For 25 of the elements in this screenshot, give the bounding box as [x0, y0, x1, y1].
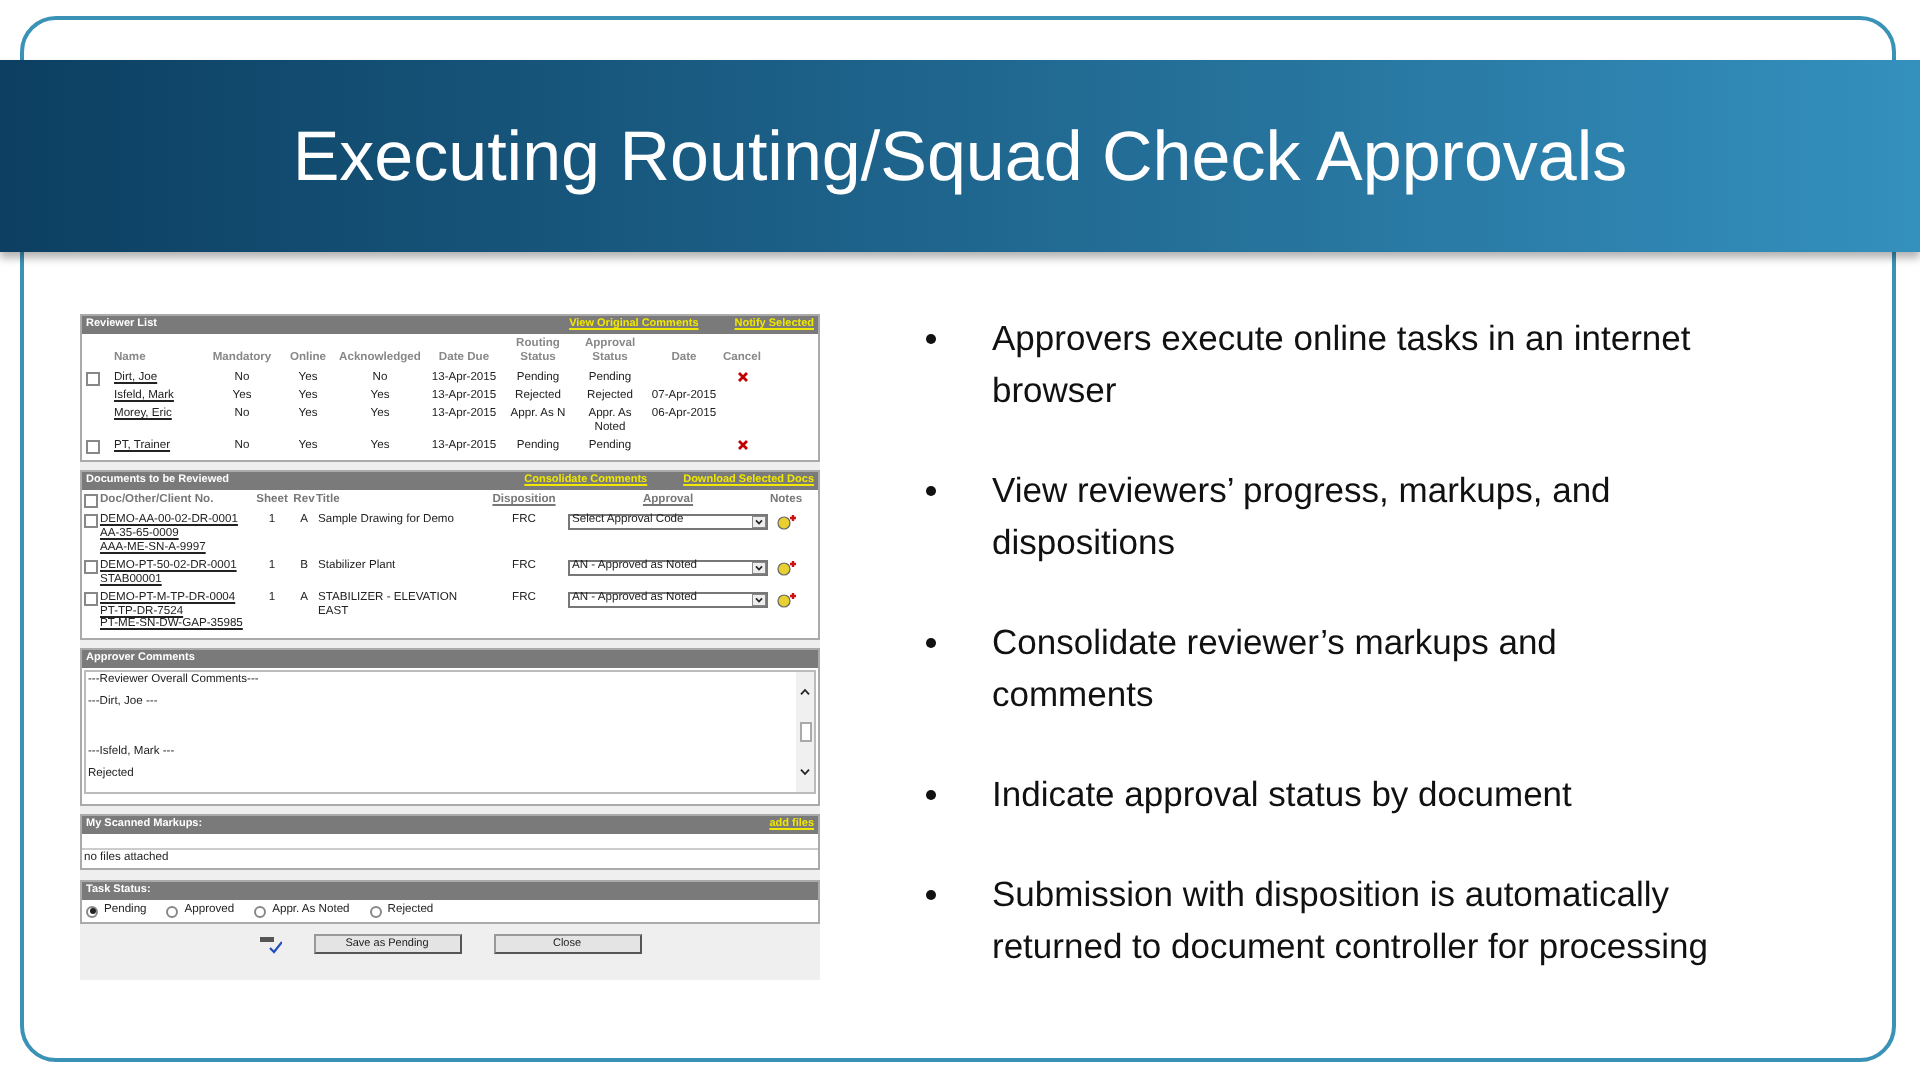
dropdown-arrow-icon: [752, 515, 766, 528]
scrollbar[interactable]: [796, 672, 814, 793]
bullet-text: Consolidate reviewer’s markups and comments: [992, 620, 1559, 718]
checkbox[interactable]: [84, 513, 98, 528]
bullet-text: Approvers execute online tasks in an internet browser: [992, 316, 1693, 414]
scroll-down-icon[interactable]: [800, 768, 810, 777]
dropdown-arrow-icon: [752, 593, 766, 606]
checkbox[interactable]: [84, 559, 98, 574]
dropdown-arrow-icon: [752, 561, 766, 574]
checkbox[interactable]: [84, 591, 98, 606]
slide-title: Executing Routing/Squad Check Approvals: [292, 121, 1628, 191]
bullet-text: Submission with disposition is automatically returned to document controller for processing: [992, 872, 1710, 970]
spell-check-icon[interactable]: [259, 935, 281, 954]
checkbox[interactable]: [86, 439, 100, 454]
checkbox[interactable]: [86, 371, 100, 386]
scroll-thumb[interactable]: [799, 722, 811, 743]
note-add-icon[interactable]: [776, 591, 796, 608]
cancel-icon[interactable]: [737, 439, 747, 450]
note-add-icon[interactable]: [776, 559, 796, 576]
bullet-text: View reviewers’ progress, markups, and dispositions: [992, 468, 1613, 566]
scroll-up-icon[interactable]: [800, 688, 810, 697]
note-add-icon[interactable]: [776, 513, 796, 530]
bullet-text: Indicate approval status by document: [992, 772, 1574, 818]
checkbox[interactable]: [84, 493, 98, 508]
cancel-icon[interactable]: [737, 371, 747, 382]
